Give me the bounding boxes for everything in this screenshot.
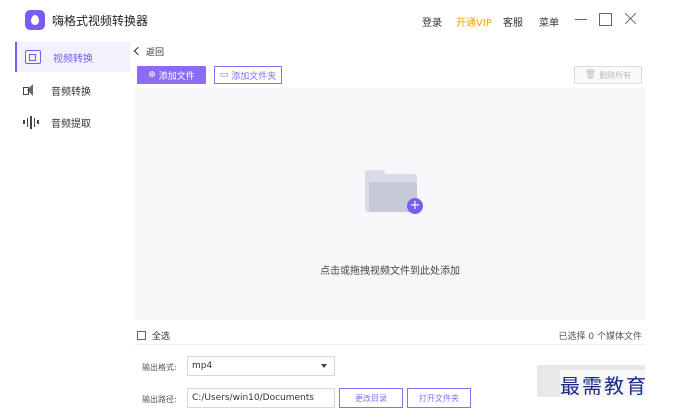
plus-circle-icon: ⊕	[148, 70, 156, 80]
login-link[interactable]: 登录	[422, 14, 442, 29]
output-format-label: 输出格式:	[142, 363, 177, 372]
select-all-label: 全选	[152, 332, 171, 342]
file-drop-zone[interactable]: + 点击或拖拽视频文件到此处添加	[135, 88, 645, 320]
checkbox-icon[interactable]	[137, 331, 146, 340]
app-title: 嗨格式视频转换器	[52, 14, 149, 28]
audio-convert-icon	[23, 83, 39, 97]
sidebar-item-audio-convert[interactable]: 音频转换	[15, 75, 130, 105]
sidebar-item-label: 音频转换	[51, 86, 91, 98]
sidebar: 视频转换 音频转换 音频提取	[0, 40, 130, 418]
trash-icon: 🗑	[584, 70, 597, 80]
add-file-label: 添加文件	[158, 71, 195, 82]
caret-down-icon	[321, 364, 327, 368]
watermark: 最需教育	[560, 370, 648, 399]
selected-count: 已选择 0 个媒体文件	[558, 332, 642, 342]
app-logo-icon	[25, 10, 45, 30]
drop-hint: 点击或拖拽视频文件到此处添加	[320, 266, 460, 277]
vip-link[interactable]: 开通VIP	[456, 14, 492, 29]
select-all-checkbox[interactable]: 全选	[137, 329, 170, 342]
sidebar-item-video-convert[interactable]: 视频转换	[15, 42, 130, 72]
plus-icon: +	[407, 198, 423, 214]
menu-link[interactable]: 菜单	[539, 14, 559, 29]
sidebar-item-label: 音频提取	[51, 118, 91, 130]
output-format-select[interactable]: mp4	[187, 356, 335, 376]
add-file-button[interactable]: ⊕ 添加文件	[137, 66, 206, 84]
add-folder-button[interactable]: ▭ 添加文件夹	[214, 66, 282, 84]
service-link[interactable]: 客服	[503, 14, 523, 29]
title-bar: 嗨格式视频转换器 登录 开通VIP 客服 菜单	[0, 0, 683, 40]
back-button[interactable]: 返回	[133, 45, 165, 58]
empty-folder-icon: +	[365, 170, 423, 214]
video-convert-icon	[25, 50, 41, 64]
back-label: 返回	[146, 48, 165, 58]
maximize-icon[interactable]	[597, 10, 613, 28]
minimize-icon[interactable]	[573, 10, 589, 28]
chevron-left-icon	[133, 46, 143, 56]
close-icon[interactable]	[622, 10, 638, 28]
sidebar-item-audio-extract[interactable]: 音频提取	[15, 107, 130, 137]
output-path-label: 输出路径:	[142, 395, 177, 404]
delete-all-button[interactable]: 🗑 删除所有	[574, 66, 642, 84]
delete-all-label: 删除所有	[599, 70, 632, 80]
sidebar-item-label: 视频转换	[53, 53, 93, 65]
change-directory-button[interactable]: 更改目录	[339, 388, 403, 408]
open-folder-button[interactable]: 打开文件夹	[407, 388, 471, 408]
output-format-value: mp4	[192, 361, 213, 371]
folder-icon: ▭	[219, 70, 229, 80]
divider	[135, 344, 645, 345]
add-folder-label: 添加文件夹	[231, 71, 277, 82]
output-path-input[interactable]: C:/Users/win10/Documents	[187, 388, 335, 408]
audio-extract-icon	[23, 115, 39, 129]
